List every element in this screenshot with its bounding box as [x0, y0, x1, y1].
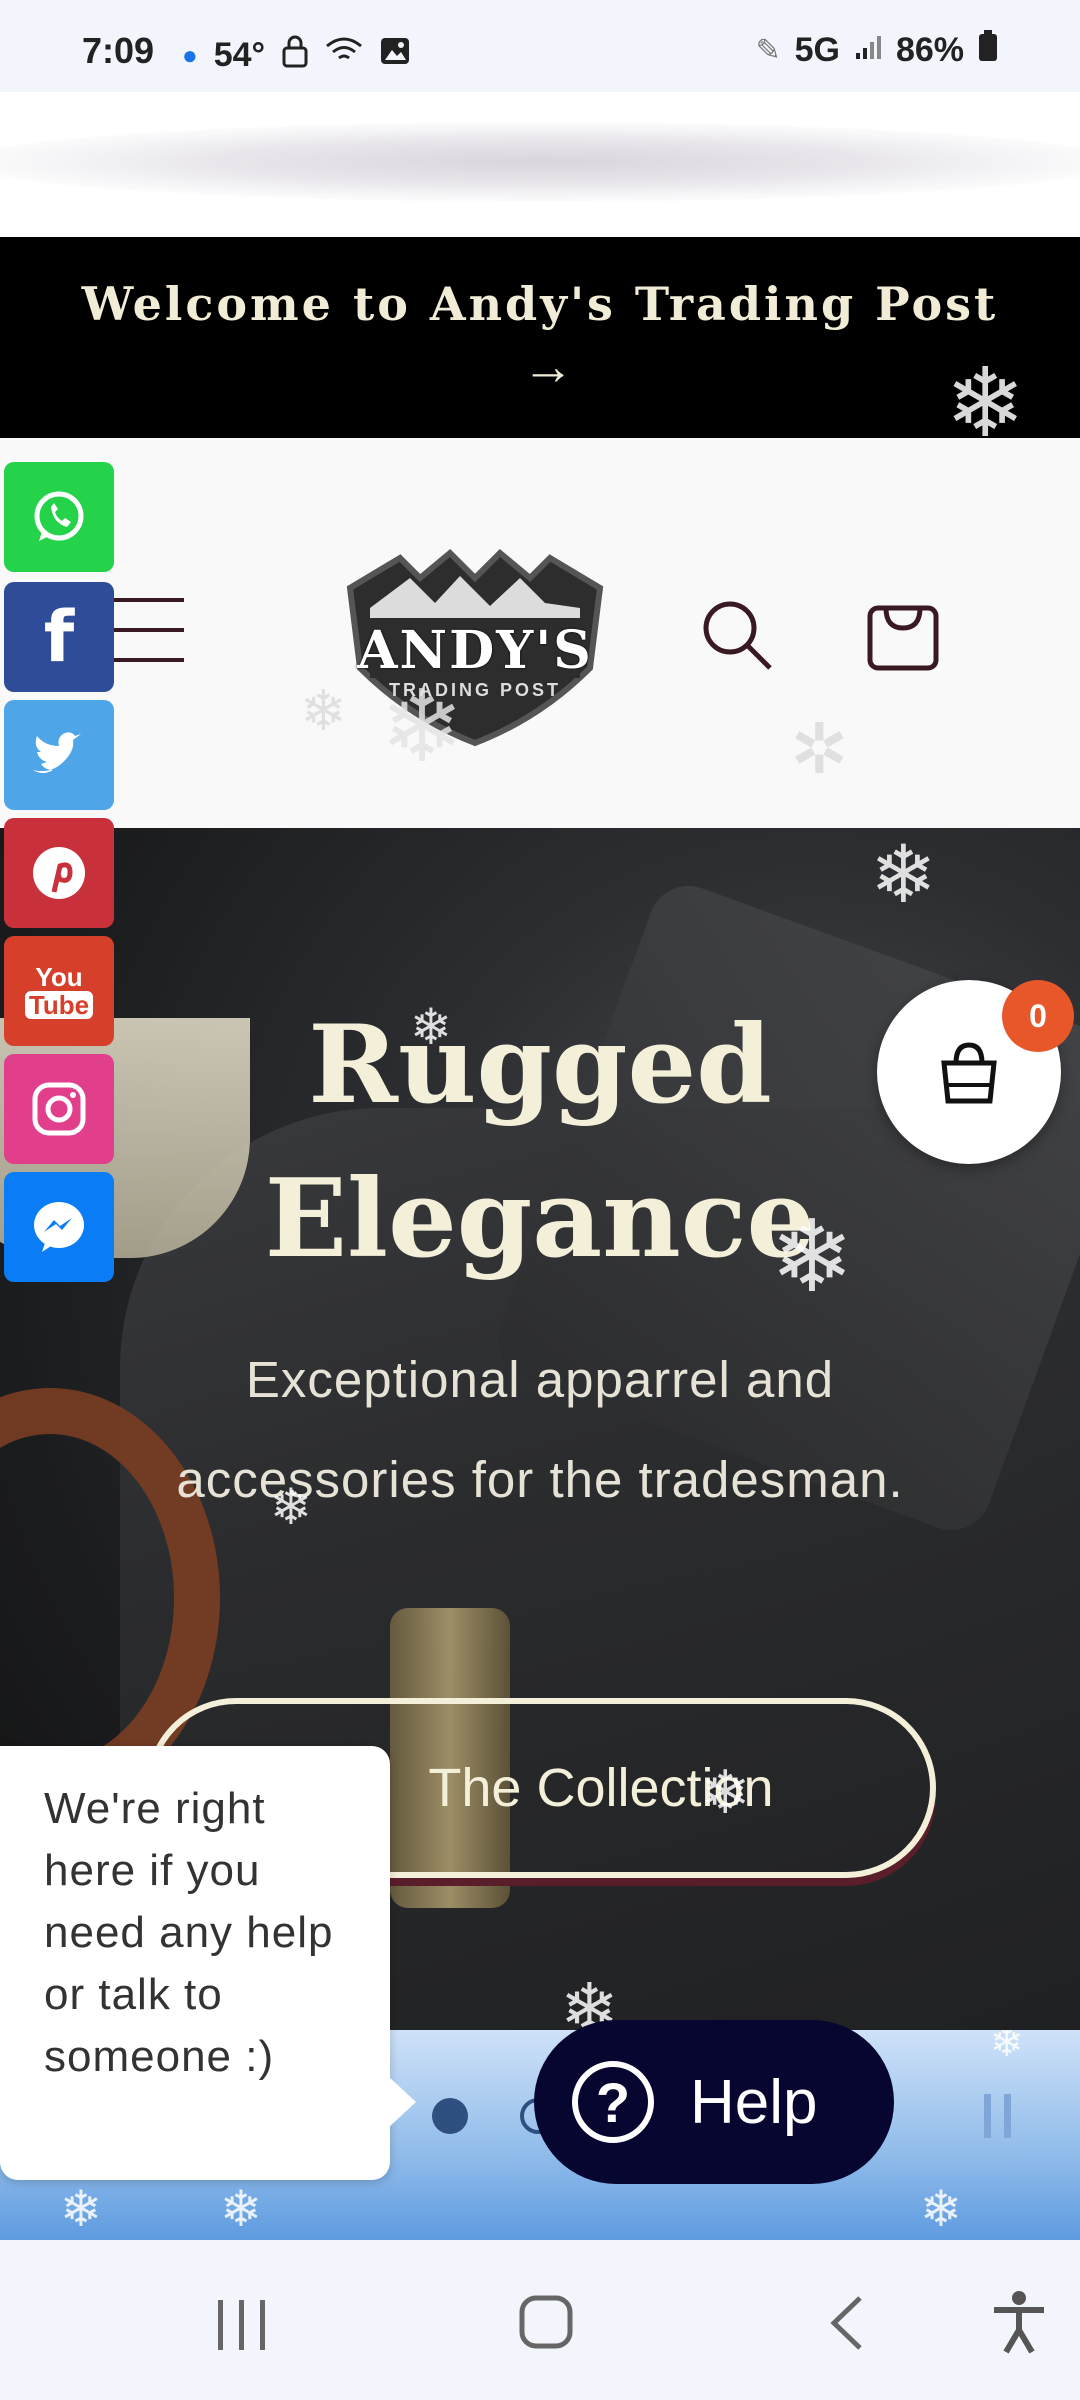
question-mark-icon: ? [572, 2061, 654, 2143]
snowflake-icon: ❄ [700, 1759, 751, 1826]
whatsapp-icon [34, 491, 84, 541]
wifi-icon [325, 36, 363, 74]
messenger-icon [34, 1202, 84, 1252]
help-button-label: Help [690, 2067, 818, 2137]
youtube-icon-bottom: Tube [24, 991, 94, 1019]
temperature-label: 54° [213, 35, 266, 74]
arrow-right-icon[interactable]: → [522, 337, 574, 397]
snowflake-icon: ✲ [790, 710, 849, 788]
android-nav-bar [0, 2240, 1080, 2400]
battery-icon [978, 30, 998, 71]
snowflake-icon: ❄ [380, 671, 464, 783]
announcement-text[interactable]: Welcome to Andy's Trading Post [0, 277, 1080, 331]
pinterest-button[interactable] [4, 818, 114, 928]
shopping-bag-icon [941, 1042, 997, 1104]
snowflake-icon: ❄ [990, 2030, 1024, 2065]
instagram-icon [32, 1082, 86, 1136]
snowflake-icon: ❄ [220, 2181, 262, 2237]
status-left-icons: ● 54° [182, 34, 411, 76]
accessibility-button[interactable] [990, 2290, 1048, 2359]
whatsapp-button[interactable] [4, 462, 114, 572]
slide-dot-active[interactable] [432, 2098, 468, 2134]
snowflake-icon: ❄ [920, 2181, 962, 2237]
twitter-icon [33, 732, 81, 773]
pinterest-icon [33, 847, 85, 899]
floating-cart-button[interactable]: 0 [877, 980, 1074, 1164]
snowflake-icon: ❄ [60, 2181, 102, 2237]
lock-icon [281, 34, 309, 76]
snowflake-icon: ❄ [870, 830, 938, 919]
recent-apps-button[interactable] [212, 2298, 272, 2357]
search-icon[interactable] [700, 598, 774, 677]
snow-drift [0, 122, 1080, 202]
home-button[interactable] [518, 2294, 574, 2355]
image-icon [379, 36, 411, 74]
instagram-button[interactable] [4, 1054, 114, 1164]
snowflake-icon: ❄ [410, 999, 452, 1055]
youtube-icon-top: You [35, 962, 83, 992]
youtube-button[interactable]: You Tube [4, 936, 114, 1046]
cart-count-badge: 0 [1002, 980, 1074, 1052]
help-button[interactable]: ? Help [534, 2020, 894, 2184]
network-label: 5G [794, 31, 840, 69]
hero-title-line2: Elegance [264, 1156, 816, 1282]
announcement-bar[interactable]: Welcome to Andy's Trading Post → ❄ [0, 237, 1080, 457]
pause-icon[interactable] [984, 2094, 1014, 2138]
snowflake-icon: ❄ [270, 1479, 312, 1535]
cart-icon[interactable] [866, 594, 940, 677]
help-message-bubble[interactable]: We're right here if you need any help or… [0, 1746, 416, 2180]
site-header: ANDY'S TRADING POST ❄ ❄ ✲ [0, 438, 1080, 828]
menu-icon[interactable] [108, 598, 184, 666]
battery-label: 86% [895, 31, 964, 69]
back-button[interactable] [826, 2294, 866, 2357]
snowflake-icon: ❄ [300, 679, 347, 742]
status-bar: 7:09 ● 54° ✎ 5G 86% [0, 0, 1080, 92]
facebook-icon: f [43, 596, 75, 678]
facebook-button[interactable]: f [4, 582, 114, 692]
status-right-icons: ✎ 5G 86% [755, 30, 998, 71]
weather-icon: ● [182, 39, 198, 70]
signal-icon [854, 31, 882, 70]
snowflake-icon: ❄ [770, 1201, 854, 1313]
twitter-button[interactable] [4, 700, 114, 810]
accessibility-icon [994, 2291, 1044, 2354]
messenger-button[interactable] [4, 1172, 114, 1282]
snow-decoration-band [0, 92, 1080, 237]
status-time: 7:09 [82, 30, 155, 71]
pen-icon: ✎ [755, 34, 781, 67]
